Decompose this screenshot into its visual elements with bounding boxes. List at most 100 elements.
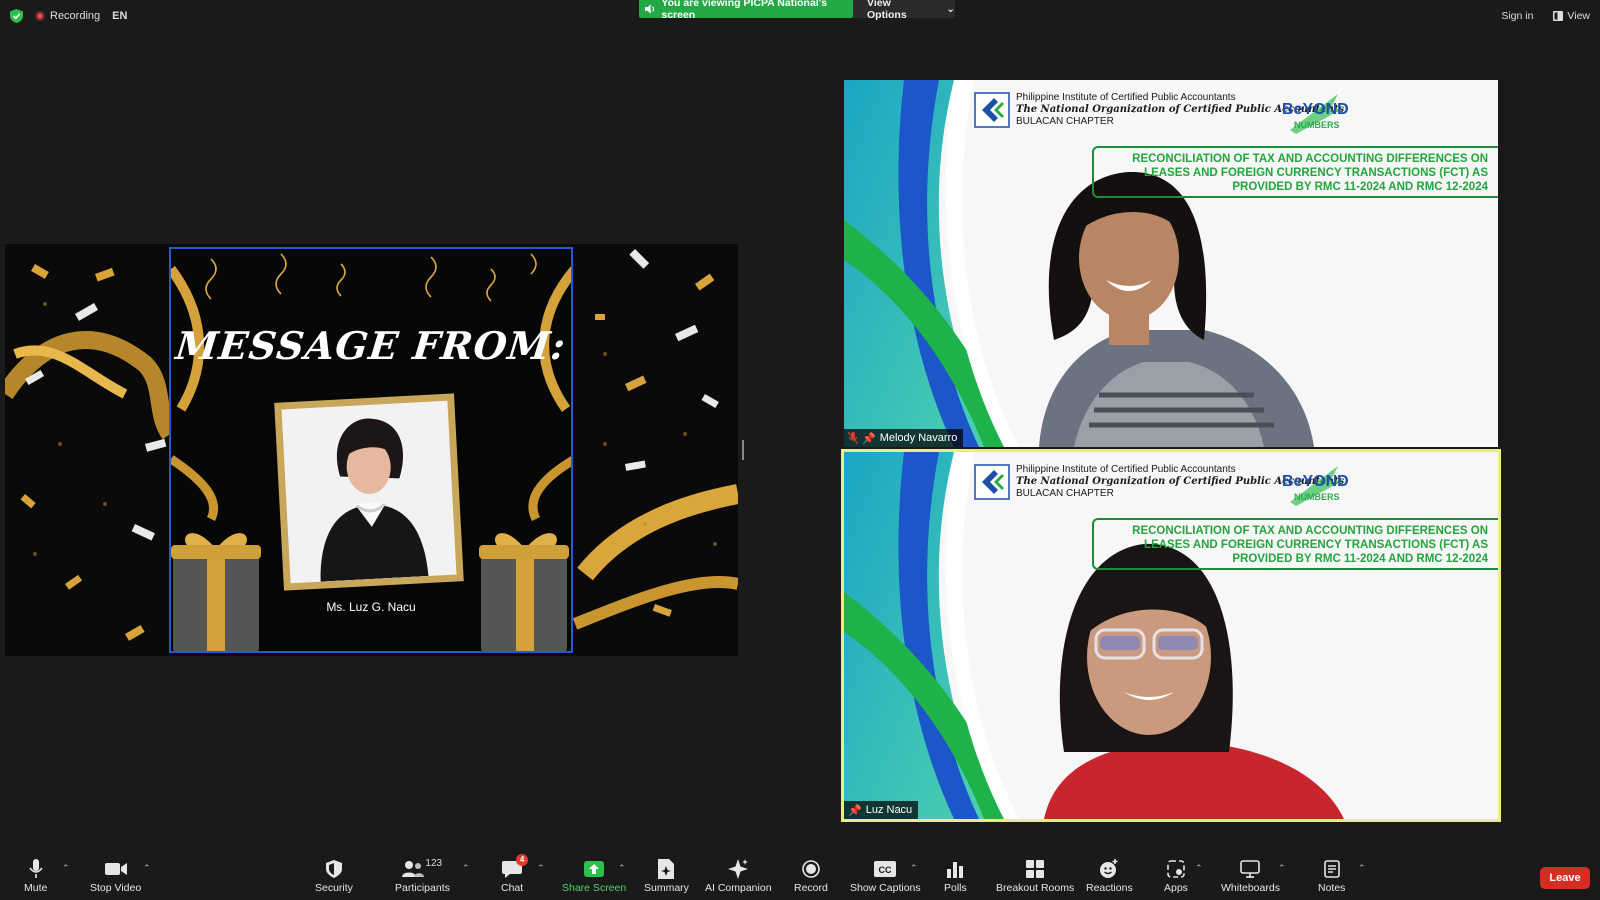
notes-button[interactable]: Notes — [1318, 858, 1345, 894]
apps-icon — [1167, 860, 1185, 878]
apps-label: Apps — [1164, 882, 1188, 894]
notes-icon — [1323, 860, 1340, 878]
slide-caption: Ms. Luz G. Nacu — [326, 600, 416, 614]
view-label: View — [1567, 10, 1590, 22]
chat-button[interactable]: 4 Chat — [501, 854, 529, 894]
participant-nameplate: 📌 Melody Navarro — [844, 429, 964, 447]
video-camera-icon — [104, 863, 127, 875]
webinar-topic: RECONCILIATION OF TAX AND ACCOUNTING DIF… — [1092, 146, 1498, 198]
virtual-background — [844, 80, 1498, 447]
stop-video-label: Stop Video — [90, 882, 142, 894]
chat-label: Chat — [501, 882, 524, 894]
speaker-icon — [645, 4, 655, 14]
video-tile[interactable]: Philippine Institute of Certified Public… — [844, 80, 1498, 447]
language-button[interactable]: EN — [112, 10, 127, 22]
chat-options-chevron-icon[interactable]: ⌃ — [537, 863, 545, 874]
virtual-background — [844, 452, 1498, 819]
ai-companion-label: AI Companion — [705, 882, 772, 894]
top-bar: Recording EN You are viewing PICPA Natio… — [0, 0, 1600, 32]
leave-button[interactable]: Leave — [1540, 867, 1590, 889]
svg-text:BeYOND: BeYOND — [1282, 101, 1349, 118]
mute-button[interactable]: Mute — [24, 858, 47, 894]
participants-options-chevron-icon[interactable]: ⌃ — [462, 863, 470, 874]
participant-name: Luz Nacu — [865, 804, 913, 816]
participant-nameplate: 📌 Luz Nacu — [844, 801, 919, 819]
svg-text:NUMBERS: NUMBERS — [1294, 120, 1340, 130]
record-icon — [802, 860, 820, 878]
participants-icon — [402, 861, 425, 877]
meeting-status: Recording EN — [10, 9, 127, 23]
stop-video-button[interactable]: Stop Video — [90, 858, 141, 894]
recording-dot-icon — [35, 11, 45, 21]
breakout-rooms-grid-icon — [1026, 860, 1045, 878]
view-button[interactable]: View — [1553, 10, 1590, 22]
apps-button[interactable]: Apps — [1164, 858, 1188, 894]
reactions-button[interactable]: Reactions — [1086, 858, 1133, 894]
share-screen-label: Share Screen — [562, 882, 627, 894]
show-captions-label: Show Captions — [850, 882, 921, 894]
portrait-frame — [274, 393, 464, 591]
summary-label: Summary — [644, 882, 689, 894]
participants-label: Participants — [395, 882, 450, 894]
security-label: Security — [315, 882, 353, 894]
beyond-numbers-logo-icon: BeYOND NUMBERS — [1282, 94, 1349, 134]
participants-count: 123 — [425, 858, 443, 869]
viewing-banner: You are viewing PICPA National's screen — [639, 0, 853, 21]
view-options-label: View Options — [867, 0, 907, 21]
slide-frame: MESSAGE FROM: Ms. Luz G. Nacu — [169, 247, 573, 653]
shared-screen[interactable]: MESSAGE FROM: Ms. Luz G. Nacu — [5, 244, 738, 656]
ai-companion-button[interactable]: AI Companion — [705, 858, 772, 894]
notes-label: Notes — [1318, 882, 1346, 894]
view-layout-icon — [1553, 11, 1564, 21]
breakout-rooms-button[interactable]: Breakout Rooms — [996, 858, 1074, 894]
picpa-logo-icon — [974, 464, 1010, 500]
whiteboards-button[interactable]: Whiteboards — [1221, 858, 1280, 894]
chat-unread-badge: 4 — [516, 854, 529, 866]
chevron-down-icon: ⌄ — [946, 3, 955, 15]
meeting-controls: Mute ⌃ Stop Video ⌃ Security 123 Partici… — [0, 850, 1600, 900]
mute-label: Mute — [24, 882, 48, 894]
apps-options-chevron-icon[interactable]: ⌃ — [1195, 863, 1203, 874]
whiteboards-options-chevron-icon[interactable]: ⌃ — [1278, 863, 1286, 874]
microphone-icon — [29, 859, 43, 878]
sign-in-link[interactable]: Sign in — [1501, 10, 1533, 22]
shield-icon[interactable] — [10, 9, 23, 23]
summary-button[interactable]: Summary — [644, 858, 689, 894]
pin-icon: 📌 — [862, 432, 876, 445]
portrait-photo — [281, 400, 457, 584]
record-button[interactable]: Record — [794, 858, 828, 894]
notes-options-chevron-icon[interactable]: ⌃ — [1358, 863, 1366, 874]
closed-captions-icon: CC — [874, 861, 897, 877]
share-options-chevron-icon[interactable]: ⌃ — [618, 863, 626, 874]
polls-label: Polls — [944, 882, 967, 894]
polls-button[interactable]: Polls — [944, 858, 967, 894]
gift-box-right — [479, 533, 569, 651]
security-button[interactable]: Security — [315, 858, 353, 894]
reactions-emoji-icon — [1100, 859, 1118, 878]
captions-options-chevron-icon[interactable]: ⌃ — [910, 863, 918, 874]
active-speaker-tile[interactable]: Philippine Institute of Certified Public… — [841, 449, 1501, 822]
share-screen-arrow-icon — [584, 861, 605, 877]
mic-muted-icon — [848, 432, 858, 444]
share-screen-button[interactable]: Share Screen — [562, 858, 626, 894]
mute-options-chevron-icon[interactable]: ⌃ — [62, 863, 70, 874]
video-options-chevron-icon[interactable]: ⌃ — [143, 863, 151, 874]
participants-button[interactable]: 123 Participants — [395, 858, 450, 894]
ai-sparkle-icon — [728, 859, 749, 879]
split-view-handle[interactable] — [742, 440, 744, 460]
picpa-logo-icon — [974, 92, 1010, 128]
svg-text:NUMBERS: NUMBERS — [1294, 492, 1340, 502]
gift-box-left — [171, 533, 261, 651]
viewing-banner-text: You are viewing PICPA National's screen — [661, 0, 828, 21]
recording-indicator[interactable]: Recording — [35, 10, 100, 22]
webinar-topic: RECONCILIATION OF TAX AND ACCOUNTING DIF… — [1092, 518, 1498, 570]
svg-text:BeYOND: BeYOND — [1282, 473, 1349, 490]
security-shield-icon — [325, 860, 342, 878]
pin-icon: 📌 — [848, 804, 862, 817]
reactions-label: Reactions — [1086, 882, 1133, 894]
polls-bar-chart-icon — [947, 862, 964, 878]
slide-title: MESSAGE FROM: — [173, 323, 569, 368]
breakout-rooms-label: Breakout Rooms — [996, 882, 1075, 894]
view-options-button[interactable]: View Options ⌄ — [853, 0, 955, 21]
whiteboard-icon — [1240, 860, 1261, 878]
